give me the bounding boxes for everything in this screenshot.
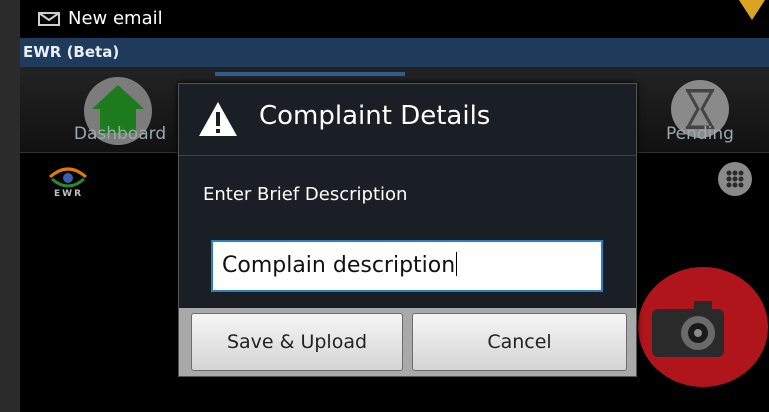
camera-icon xyxy=(652,301,724,357)
mail-icon xyxy=(38,12,60,26)
logo-text: EWR xyxy=(54,189,84,199)
tab-pending[interactable]: Pending xyxy=(650,67,750,153)
cancel-button[interactable]: Cancel xyxy=(412,313,627,371)
description-input[interactable]: Complain description xyxy=(211,240,603,292)
device-screen: New email EWR (Beta) Dashboard Pending E… xyxy=(20,0,769,412)
tab-dashboard-label: Dashboard xyxy=(73,124,167,144)
app-title: EWR (Beta) xyxy=(23,43,120,61)
dialog-header: Complaint Details xyxy=(179,84,636,156)
status-bar: New email xyxy=(20,0,769,38)
dialog-title: Complaint Details xyxy=(259,101,491,131)
description-prompt: Enter Brief Description xyxy=(203,184,408,205)
description-input-value: Complain description xyxy=(222,253,456,278)
notification-text: New email xyxy=(68,8,163,29)
dialog-button-row: Save & Upload Cancel xyxy=(179,308,636,376)
save-upload-button[interactable]: Save & Upload xyxy=(191,313,403,371)
warning-icon xyxy=(199,102,237,136)
download-arrow-icon xyxy=(739,0,765,20)
app-title-bar: EWR (Beta) xyxy=(20,38,769,67)
eye-logo-icon xyxy=(49,167,87,188)
text-cursor xyxy=(456,252,458,276)
grid-icon xyxy=(726,170,744,188)
tab-pending-label: Pending xyxy=(666,124,734,144)
tab-indicator xyxy=(215,72,405,76)
complaint-details-dialog: Complaint Details Enter Brief Descriptio… xyxy=(178,83,637,377)
menu-grid-button[interactable] xyxy=(718,162,752,196)
camera-button[interactable] xyxy=(638,267,768,387)
ewr-logo: EWR xyxy=(48,163,88,203)
tab-dashboard[interactable]: Dashboard xyxy=(60,67,180,153)
